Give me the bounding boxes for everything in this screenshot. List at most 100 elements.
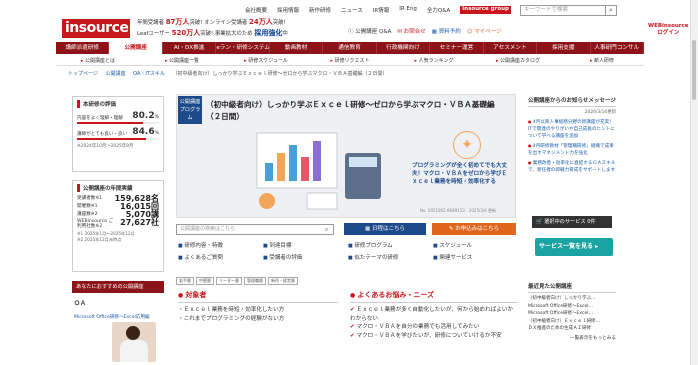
- target-list: Ｅｘｃｅｌ業務を時短・効率化したい方 これまでプログラミングの経験がない方: [178, 306, 338, 324]
- qa-link-label: 公開講座 Q&A: [355, 29, 392, 35]
- service-list-button[interactable]: サービス一覧を見る ▸: [535, 238, 613, 256]
- recent-more-link[interactable]: 一覧表示をもっとみる: [528, 335, 616, 341]
- message-item[interactable]: 業務改善・効率化に直結するＯＡスキルで、新任者の即戦力育成をサポートします: [528, 159, 616, 174]
- top-link-ir-eng[interactable]: IR Eng: [399, 6, 417, 14]
- subnav-about[interactable]: 公開講座とは: [56, 56, 140, 65]
- nav-assessment[interactable]: アセスメント: [484, 42, 538, 54]
- webinsource-login[interactable]: WEBinsource ログイン: [648, 23, 689, 37]
- link-schedule[interactable]: スケジュール: [433, 241, 518, 249]
- target-item: Ｅｘｃｅｌ業務を時短・効率化したい方: [178, 306, 338, 315]
- search-icon[interactable]: ⌕: [606, 5, 617, 16]
- calendar-icon: ▦: [431, 29, 439, 35]
- faq-item: マクロ・ＶＢＡを学びたいが、研修についていけるか不安: [350, 332, 518, 341]
- nav-ai-dx[interactable]: AI・DX推進: [163, 42, 217, 54]
- top-link-new-training[interactable]: 新作研修: [309, 6, 331, 14]
- link-goals[interactable]: 到達目標: [263, 241, 348, 249]
- recent-item[interactable]: Microsoft Office研修～Excel…: [528, 303, 616, 311]
- mypage-link[interactable]: ☺ マイページ: [467, 27, 502, 35]
- link-evaluation[interactable]: 受講者の評価: [263, 253, 348, 261]
- level-tags: 若手層 中堅層 リーダー層 管理職層 新任・経営層: [176, 277, 298, 285]
- subnav-ranking[interactable]: 人気ランキング: [392, 56, 476, 65]
- recent-panel: 最近見た公開講座 （初中級者向け）しっかり学ぶ… Microsoft Offic…: [528, 282, 616, 341]
- mypage-link-label: マイページ: [474, 29, 502, 35]
- recent-item[interactable]: （初中級者向け）Ｅｘｃｅｌ研修…: [528, 318, 616, 326]
- faq-item: マクロ・ＶＢＡを自分の業務でも活用してみたい: [350, 323, 518, 332]
- stat-suffix: 突破!: [200, 30, 214, 37]
- section-links: 研修内容・特徴 到達目標 研修プログラム スケジュール よくあるご質問 受講者の…: [178, 241, 518, 261]
- breadcrumb-item[interactable]: OA・ITスキル: [133, 71, 165, 77]
- stat-label: Leafユーザー: [137, 30, 170, 37]
- subnav-list[interactable]: 公開講座一覧: [140, 56, 224, 65]
- level-tag: 管理職層: [244, 277, 266, 285]
- link-related[interactable]: 関連サービス: [433, 253, 518, 261]
- subnav-catalog[interactable]: 公開講座カタログ: [476, 56, 560, 65]
- recent-item[interactable]: ＤＸ推進のための生成ＡＩ研修: [528, 325, 616, 333]
- stat-value: 採用強化: [254, 28, 283, 37]
- target-heading: 対象者: [178, 290, 338, 303]
- message-item[interactable]: 4月以降人事総務分野の新講座が充実！ITで関連のやりがいや自己成長のヒントについ…: [528, 118, 616, 140]
- breadcrumb: トップページ 公開講座 OA・ITスキル （初中級者向け）しっかり学ぶＥｘｃｅｌ…: [68, 70, 394, 77]
- eval-label: 講師がとても良い・良い: [77, 132, 128, 137]
- subnav-schedule[interactable]: 研修スケジュール: [224, 56, 308, 65]
- nav-public-course[interactable]: 公開講座: [109, 42, 163, 54]
- recent-item[interactable]: Microsoft Office研修～Excel…: [528, 310, 616, 318]
- nav-dispatch[interactable]: 講師派遣研修: [56, 42, 110, 54]
- subnav-new-employee[interactable]: 新人研修: [560, 56, 644, 65]
- annual-value: 27,627社: [120, 218, 159, 227]
- selected-services[interactable]: 🛒 選択中のサービス 0件: [532, 216, 612, 228]
- faq-section: よくあるお悩み・ニーズ Ｅｘｃｅｌ業務が多く自動化したいが、何から始めればよいか…: [350, 290, 518, 340]
- subnav-request[interactable]: 研修リクエスト: [308, 56, 392, 65]
- apply-button[interactable]: ✎ お申込みはこちら: [432, 223, 516, 235]
- link-contents[interactable]: 研修内容・特徴: [178, 241, 263, 249]
- nav-seminar[interactable]: セミナー運営: [430, 42, 484, 54]
- annual-label: 開催数※1: [77, 204, 98, 209]
- eval-score: 80.2%: [132, 111, 159, 121]
- eval-bar: [77, 138, 159, 140]
- recent-item[interactable]: （初中級者向け）しっかり学ぶ…: [528, 295, 616, 303]
- messages-date: 2026/3/16更新: [584, 110, 616, 115]
- breadcrumb-item[interactable]: 公開講座: [106, 71, 126, 77]
- nav-government[interactable]: 行政機関向け: [377, 42, 431, 54]
- messages-panel: 公開講座からのお知らせメッセージ 2026/3/16更新 4月以降人事総務分野の…: [528, 96, 616, 176]
- nav-hr-consulting[interactable]: 人事研門コンサル: [591, 42, 644, 54]
- link-similar[interactable]: 似たテーマの研修: [348, 253, 433, 261]
- inquiry-link-label: お問合せ: [403, 29, 426, 35]
- top-link-news[interactable]: ニュース: [341, 6, 363, 14]
- stat-label: オンライン受講者: [204, 20, 248, 26]
- link-program[interactable]: 研修プログラム: [348, 241, 433, 249]
- nav-correspondence[interactable]: 通信教育: [323, 42, 377, 54]
- level-tag: 新任・経営層: [268, 277, 298, 285]
- site-search-input[interactable]: キーワードで検索: [520, 5, 606, 16]
- faq-heading: よくあるお悩み・ニーズ: [350, 290, 518, 303]
- top-link-ir[interactable]: IR情報: [373, 6, 389, 14]
- nav-recruit-support[interactable]: 採用支援: [537, 42, 591, 54]
- top-link-company[interactable]: 会社概要: [245, 6, 267, 14]
- eval-value: 84.6: [132, 127, 155, 137]
- utility-links: ⓘ 公開講座 Q&A ✉ お問合せ ▦ 資料予約 ☺ マイページ: [348, 27, 502, 35]
- recommend-title: あなたにおすすめの公開講座: [72, 281, 164, 293]
- course-search-input[interactable]: 公開講座の検索はこちら: [176, 224, 334, 235]
- stat-suffix: 突破!: [189, 20, 203, 26]
- top-link-qa[interactable]: 全力Q&A: [427, 6, 450, 14]
- breadcrumb-item[interactable]: トップページ: [68, 71, 98, 77]
- course-meta: No. 0051802 6689153 2025/3/4 更新: [420, 208, 497, 213]
- nav-video[interactable]: 動画教材: [270, 42, 324, 54]
- insource-logo[interactable]: insource: [62, 19, 130, 38]
- annual-label: 受講者数※1: [77, 196, 103, 201]
- eval-bar: [77, 122, 159, 124]
- qa-link[interactable]: ⓘ 公開講座 Q&A: [348, 27, 391, 35]
- scrollbar-thumb[interactable]: [692, 40, 696, 100]
- message-item[interactable]: 4月研修教材「管理職研修」組織で成果を出すマネジメント力を強化: [528, 142, 616, 157]
- insource-group-link[interactable]: insource group: [460, 6, 511, 14]
- top-link-recruit[interactable]: 採用情報: [277, 6, 299, 14]
- annual-panel: 公開講座の年間実績 受講者数※1 159,628名 開催数※1 16,015回 講座…: [72, 180, 164, 272]
- recommend-item-link[interactable]: Microsoft Office研修～Excel応用編: [74, 314, 166, 320]
- reserve-link[interactable]: ▦ 資料予約: [432, 27, 461, 35]
- link-faq[interactable]: よくあるご質問: [178, 253, 263, 261]
- nav-elearning[interactable]: eラン・研修システム: [216, 42, 270, 54]
- search-icon[interactable]: ⌕: [325, 226, 328, 234]
- schedule-button[interactable]: ▦ 日程はこちら: [344, 223, 426, 235]
- inquiry-link[interactable]: ✉ お問合せ: [397, 27, 425, 35]
- faq-item: Ｅｘｃｅｌ業務が多く自動化したいが、何から始めればよいかわからない: [350, 306, 518, 323]
- recent-title: 最近見た公開講座: [528, 282, 616, 293]
